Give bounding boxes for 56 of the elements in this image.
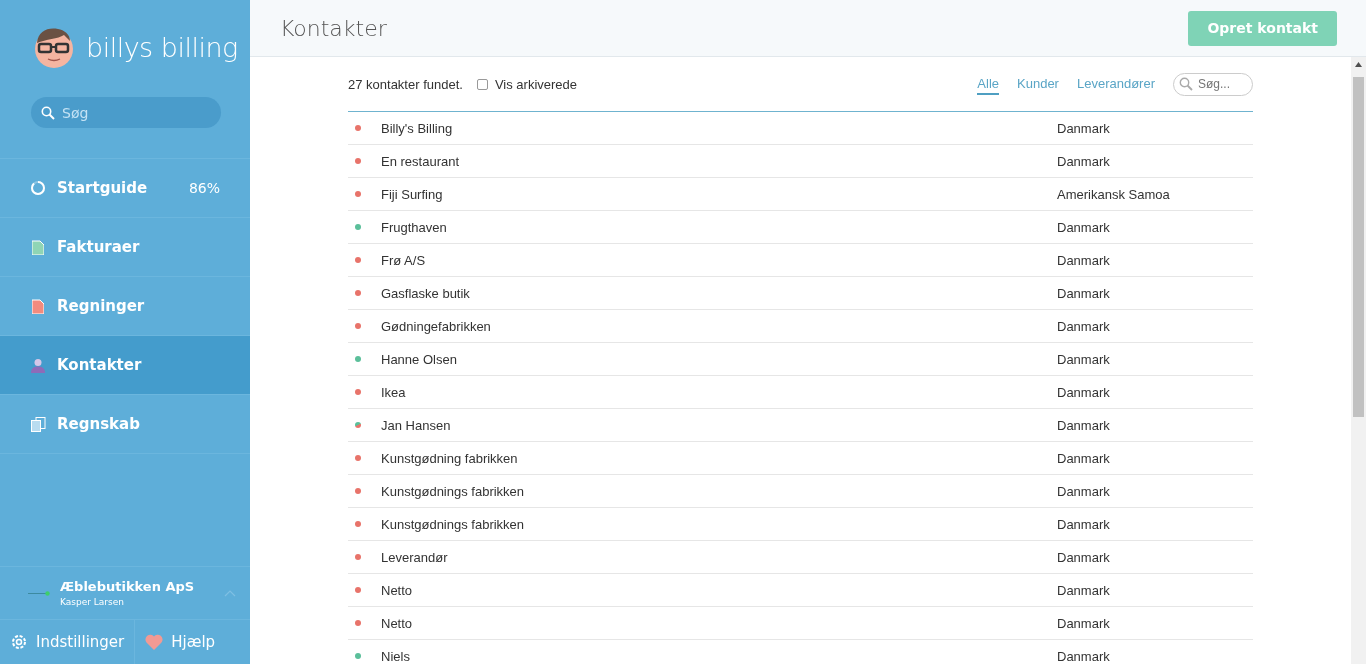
result-count: 27 kontakter fundet. (348, 76, 463, 92)
contact-name[interactable]: Ikea (381, 384, 406, 400)
checkbox-label: Vis arkiverede (494, 76, 578, 92)
contact-name[interactable]: Gødningefabrikken (381, 318, 491, 334)
country-cell-text: Danmark (1057, 120, 1111, 136)
contact-name[interactable]: Frø A/S (381, 252, 426, 268)
company-name: Æblebutikken ApS (60, 579, 196, 594)
settings-icon (10, 633, 28, 651)
contact-name[interactable]: Niels (381, 648, 410, 664)
contact-name[interactable]: En restaurant (381, 153, 460, 169)
contact-name[interactable]: Netto (381, 615, 413, 631)
contact-name[interactable]: Leverandør (381, 549, 448, 565)
country-cell-text: Danmark (1057, 351, 1111, 367)
checkbox[interactable] (476, 78, 488, 90)
document-icon (32, 298, 44, 314)
contact-name[interactable]: Gasflaske butik (381, 285, 470, 301)
country-cell-text: Danmark (1057, 153, 1111, 169)
contact-name[interactable]: Frugthaven (381, 219, 447, 235)
search-field[interactable]: Søg (31, 97, 221, 128)
contact-name[interactable]: Billy's Billing (381, 120, 453, 136)
documents-icon (30, 416, 46, 432)
country-cell-text: Amerikansk Samoa (1057, 186, 1171, 202)
country-cell-text: Danmark (1057, 219, 1111, 235)
user-name: Kasper Larsen (60, 597, 125, 607)
country-cell-text: Danmark (1057, 252, 1111, 268)
contact-name[interactable]: Jan Hansen (381, 417, 451, 433)
country-cell-text: Danmark (1057, 417, 1111, 433)
scrollbar-thumb[interactable] (1353, 77, 1364, 417)
contact-name[interactable]: Kunstgødnings fabrikken (381, 516, 525, 532)
document-icon (32, 239, 44, 255)
logo-text: billys billing (86, 31, 238, 63)
country-cell-text: Danmark (1057, 384, 1111, 400)
contact-name[interactable]: Kunstgødning fabrikken (381, 450, 518, 466)
person-icon (31, 357, 45, 373)
country-cell-text: Danmark (1057, 582, 1111, 598)
search-field[interactable]: Søg... (1173, 72, 1253, 96)
country-cell-text: Danmark (1057, 285, 1111, 301)
contact-name[interactable]: Netto (381, 582, 413, 598)
country-cell-text: Danmark (1057, 318, 1111, 334)
country-cell-text: Danmark (1057, 450, 1111, 466)
scroll-up-icon[interactable] (1355, 62, 1362, 67)
country-cell-text: Danmark (1057, 648, 1111, 664)
country-cell-text: Danmark (1057, 483, 1111, 499)
contact-name[interactable]: Fiji Surfing (381, 186, 443, 202)
page-title: Kontakter (280, 15, 387, 41)
country-cell-text: Danmark (1057, 549, 1111, 565)
progress-percent: 86% (188, 180, 220, 196)
contact-name[interactable]: Hanne Olsen (381, 351, 457, 367)
search-icon (41, 106, 55, 120)
search-icon (1179, 76, 1193, 91)
contact-name[interactable]: Kunstgødnings fabrikken (381, 483, 525, 499)
status-line-icon (28, 590, 50, 596)
country-cell-text: Danmark (1057, 516, 1111, 532)
country-cell-text: Danmark (1057, 615, 1111, 631)
progress-ring-icon (30, 180, 46, 196)
heart-icon (145, 634, 164, 650)
